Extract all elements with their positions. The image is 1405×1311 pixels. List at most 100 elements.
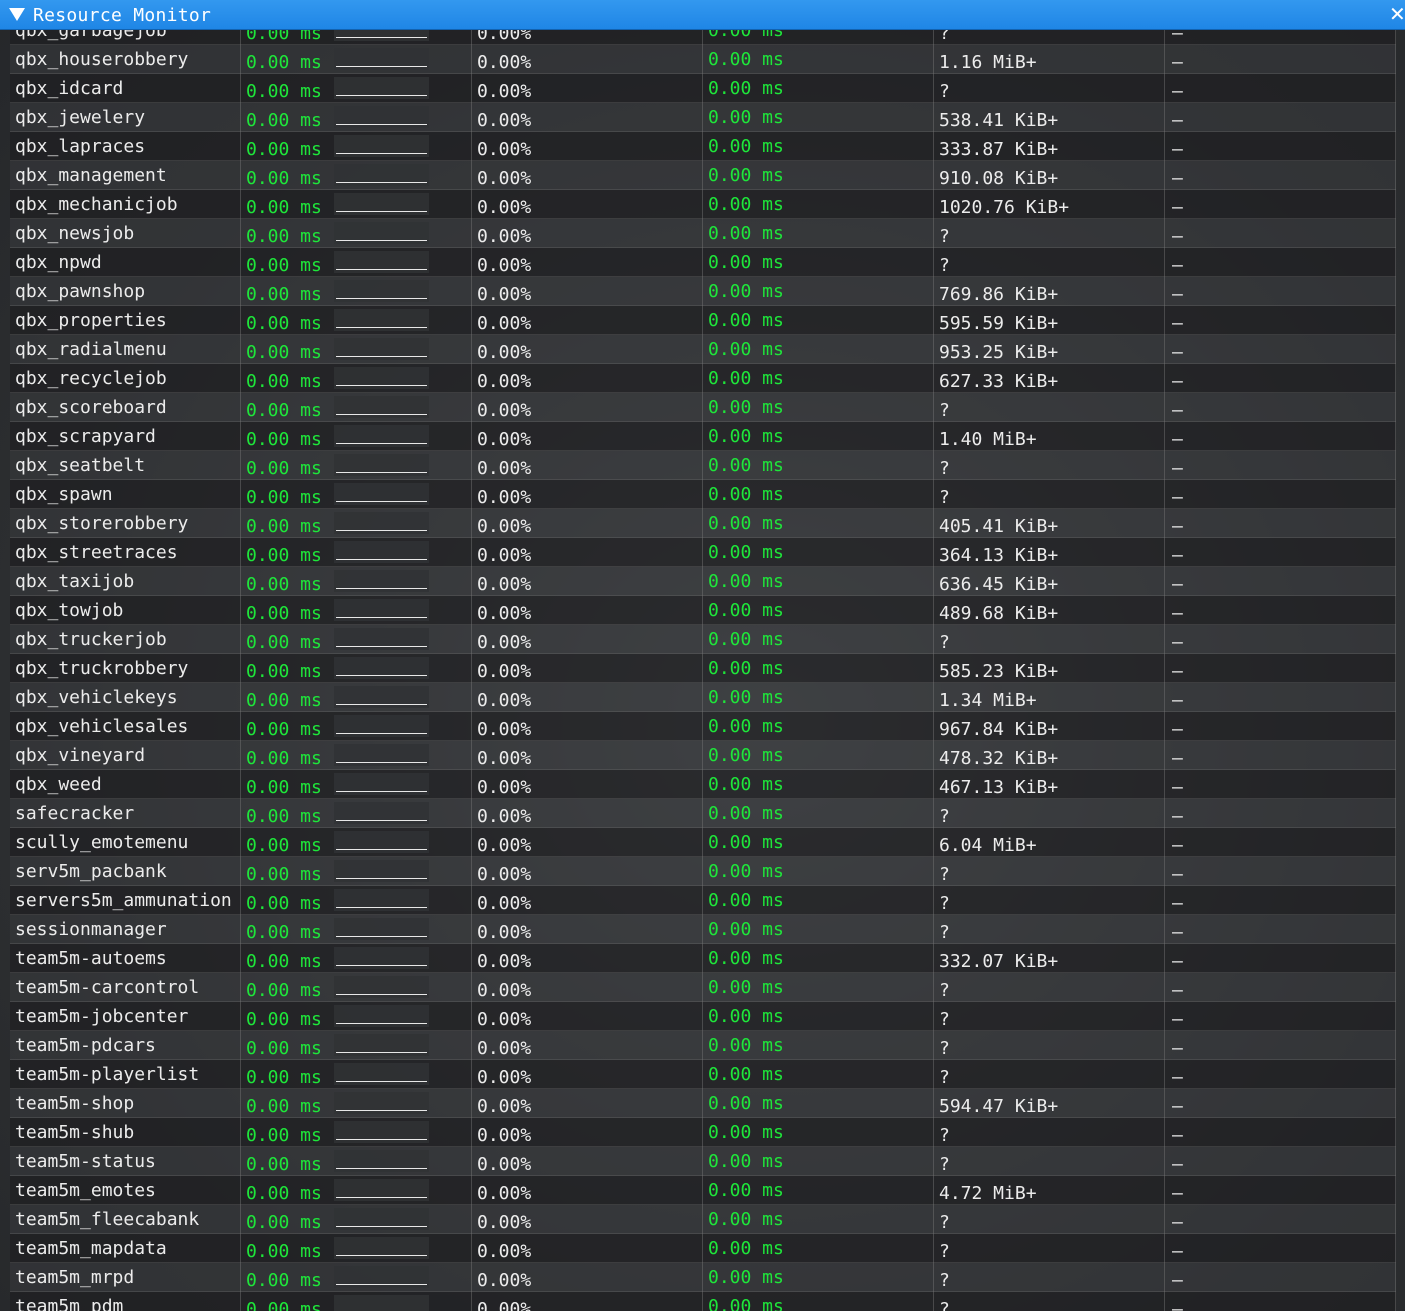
cpu-percent: 0.00%: [477, 719, 532, 740]
table-row[interactable]: qbx_houserobbery 0.00 ms 0.00% 0.00 ms 1…: [10, 45, 1396, 74]
table-row[interactable]: qbx_taxijob 0.00 ms 0.00% 0.00 ms 636.45…: [10, 567, 1396, 596]
table-row[interactable]: qbx_truckrobbery 0.00 ms 0.00% 0.00 ms 5…: [10, 654, 1396, 683]
time-cell: 0.00 ms: [702, 857, 933, 886]
table-row[interactable]: qbx_recyclejob 0.00 ms 0.00% 0.00 ms 627…: [10, 364, 1396, 393]
streaming-cell: –: [1164, 944, 1396, 973]
cpu-graph: [334, 744, 429, 766]
resource-name: team5m-status: [15, 1151, 156, 1172]
table-row[interactable]: qbx_npwd 0.00 ms 0.00% 0.00 ms ? –: [10, 248, 1396, 277]
table-row[interactable]: team5m-shub 0.00 ms 0.00% 0.00 ms ? –: [10, 1118, 1396, 1147]
cpu-value: 0.00 ms: [246, 1241, 322, 1262]
memory-value: ?: [939, 806, 950, 827]
streaming-value: –: [1172, 835, 1183, 856]
table-row[interactable]: team5m_emotes 0.00 ms 0.00% 0.00 ms 4.72…: [10, 1176, 1396, 1205]
title-bar[interactable]: Resource Monitor ✕: [0, 0, 1405, 30]
table-row[interactable]: scully_emotemenu 0.00 ms 0.00% 0.00 ms 6…: [10, 828, 1396, 857]
cpu-graph: [334, 309, 429, 331]
resource-name-cell: team5m_fleecabank: [10, 1205, 240, 1234]
memory-value: 627.33 KiB+: [939, 371, 1059, 392]
cpu-percent-cell: 0.00%: [471, 915, 702, 944]
table-row[interactable]: qbx_streetraces 0.00 ms 0.00% 0.00 ms 36…: [10, 538, 1396, 567]
table-row[interactable]: qbx_newsjob 0.00 ms 0.00% 0.00 ms ? –: [10, 219, 1396, 248]
resource-name: qbx_seatbelt: [15, 455, 146, 476]
table-row[interactable]: team5m-status 0.00 ms 0.00% 0.00 ms ? –: [10, 1147, 1396, 1176]
table-row[interactable]: sessionmanager 0.00 ms 0.00% 0.00 ms ? –: [10, 915, 1396, 944]
memory-cell: 478.32 KiB+: [933, 741, 1164, 770]
table-row[interactable]: team5m-pdcars 0.00 ms 0.00% 0.00 ms ? –: [10, 1031, 1396, 1060]
table-row[interactable]: qbx_vehiclekeys 0.00 ms 0.00% 0.00 ms 1.…: [10, 683, 1396, 712]
table-row[interactable]: qbx_truckerjob 0.00 ms 0.00% 0.00 ms ? –: [10, 625, 1396, 654]
table-row[interactable]: qbx_towjob 0.00 ms 0.00% 0.00 ms 489.68 …: [10, 596, 1396, 625]
table-row[interactable]: qbx_vineyard 0.00 ms 0.00% 0.00 ms 478.3…: [10, 741, 1396, 770]
memory-cell: ?: [933, 1060, 1164, 1089]
streaming-cell: –: [1164, 1234, 1396, 1263]
resource-name-cell: team5m-carcontrol: [10, 973, 240, 1002]
table-row[interactable]: qbx_management 0.00 ms 0.00% 0.00 ms 910…: [10, 161, 1396, 190]
cpu-percent: 0.00%: [477, 1067, 532, 1088]
table-row[interactable]: serv5m_pacbank 0.00 ms 0.00% 0.00 ms ? –: [10, 857, 1396, 886]
cpu-percent-cell: 0.00%: [471, 1002, 702, 1031]
streaming-cell: –: [1164, 799, 1396, 828]
resource-name: team5m-shub: [15, 1122, 135, 1143]
cpu-percent-cell: 0.00%: [471, 364, 702, 393]
streaming-cell: –: [1164, 770, 1396, 799]
memory-value: ?: [939, 1125, 950, 1146]
table-row[interactable]: safecracker 0.00 ms 0.00% 0.00 ms ? –: [10, 799, 1396, 828]
cpu-cell: 0.00 ms: [240, 277, 471, 306]
collapse-arrow-icon[interactable]: [9, 8, 25, 21]
memory-value: ?: [939, 400, 950, 421]
memory-cell: 1.34 MiB+: [933, 683, 1164, 712]
close-icon[interactable]: ✕: [1389, 4, 1405, 24]
cpu-value: 0.00 ms: [246, 1270, 322, 1291]
streaming-value: –: [1172, 603, 1183, 624]
table-row[interactable]: team5m_mrpd 0.00 ms 0.00% 0.00 ms ? –: [10, 1263, 1396, 1292]
table-row[interactable]: qbx_jewelery 0.00 ms 0.00% 0.00 ms 538.4…: [10, 103, 1396, 132]
table-row[interactable]: team5m_mapdata 0.00 ms 0.00% 0.00 ms ? –: [10, 1234, 1396, 1263]
cpu-percent-cell: 0.00%: [471, 74, 702, 103]
table-row[interactable]: team5m-shop 0.00 ms 0.00% 0.00 ms 594.47…: [10, 1089, 1396, 1118]
table-row[interactable]: team5m-carcontrol 0.00 ms 0.00% 0.00 ms …: [10, 973, 1396, 1002]
resource-name-cell: qbx_houserobbery: [10, 45, 240, 74]
table-row[interactable]: qbx_mechanicjob 0.00 ms 0.00% 0.00 ms 10…: [10, 190, 1396, 219]
table-row[interactable]: qbx_properties 0.00 ms 0.00% 0.00 ms 595…: [10, 306, 1396, 335]
table-row[interactable]: qbx_seatbelt 0.00 ms 0.00% 0.00 ms ? –: [10, 451, 1396, 480]
cpu-cell: 0.00 ms: [240, 1002, 471, 1031]
resource-table-viewport[interactable]: qbx_garbagejob 0.00 ms 0.00% 0.00 ms ? –…: [10, 30, 1396, 1311]
cpu-percent-cell: 0.00%: [471, 1205, 702, 1234]
table-row[interactable]: team5m-jobcenter 0.00 ms 0.00% 0.00 ms ?…: [10, 1002, 1396, 1031]
table-row[interactable]: qbx_pawnshop 0.00 ms 0.00% 0.00 ms 769.8…: [10, 277, 1396, 306]
streaming-value: –: [1172, 516, 1183, 537]
streaming-value: –: [1172, 1299, 1183, 1311]
table-row[interactable]: team5m-autoems 0.00 ms 0.00% 0.00 ms 332…: [10, 944, 1396, 973]
table-row[interactable]: qbx_garbagejob 0.00 ms 0.00% 0.00 ms ? –: [10, 30, 1396, 45]
table-row[interactable]: qbx_scoreboard 0.00 ms 0.00% 0.00 ms ? –: [10, 393, 1396, 422]
time-cell: 0.00 ms: [702, 596, 933, 625]
table-row[interactable]: qbx_spawn 0.00 ms 0.00% 0.00 ms ? –: [10, 480, 1396, 509]
cpu-percent: 0.00%: [477, 255, 532, 276]
streaming-cell: –: [1164, 364, 1396, 393]
table-row[interactable]: qbx_weed 0.00 ms 0.00% 0.00 ms 467.13 Ki…: [10, 770, 1396, 799]
resource-name-cell: team5m_mapdata: [10, 1234, 240, 1263]
cpu-percent: 0.00%: [477, 690, 532, 711]
table-row[interactable]: qbx_radialmenu 0.00 ms 0.00% 0.00 ms 953…: [10, 335, 1396, 364]
table-row[interactable]: qbx_vehiclesales 0.00 ms 0.00% 0.00 ms 9…: [10, 712, 1396, 741]
table-row[interactable]: qbx_lapraces 0.00 ms 0.00% 0.00 ms 333.8…: [10, 132, 1396, 161]
table-row[interactable]: team5m_pdm 0.00 ms 0.00% 0.00 ms ? –: [10, 1292, 1396, 1311]
cpu-percent-cell: 0.00%: [471, 654, 702, 683]
resource-name-cell: team5m-pdcars: [10, 1031, 240, 1060]
resource-name-cell: qbx_garbagejob: [10, 30, 240, 45]
time-value: 0.00 ms: [708, 223, 784, 244]
time-cell: 0.00 ms: [702, 190, 933, 219]
time-cell: 0.00 ms: [702, 364, 933, 393]
table-row[interactable]: qbx_storerobbery 0.00 ms 0.00% 0.00 ms 4…: [10, 509, 1396, 538]
time-value: 0.00 ms: [708, 1122, 784, 1143]
streaming-value: –: [1172, 893, 1183, 914]
table-row[interactable]: qbx_idcard 0.00 ms 0.00% 0.00 ms ? –: [10, 74, 1396, 103]
table-row[interactable]: team5m_fleecabank 0.00 ms 0.00% 0.00 ms …: [10, 1205, 1396, 1234]
table-row[interactable]: servers5m_ammunation 0.00 ms 0.00% 0.00 …: [10, 886, 1396, 915]
table-row[interactable]: team5m-playerlist 0.00 ms 0.00% 0.00 ms …: [10, 1060, 1396, 1089]
time-cell: 0.00 ms: [702, 1176, 933, 1205]
table-row[interactable]: qbx_scrapyard 0.00 ms 0.00% 0.00 ms 1.40…: [10, 422, 1396, 451]
cpu-percent: 0.00%: [477, 1096, 532, 1117]
streaming-value: –: [1172, 429, 1183, 450]
